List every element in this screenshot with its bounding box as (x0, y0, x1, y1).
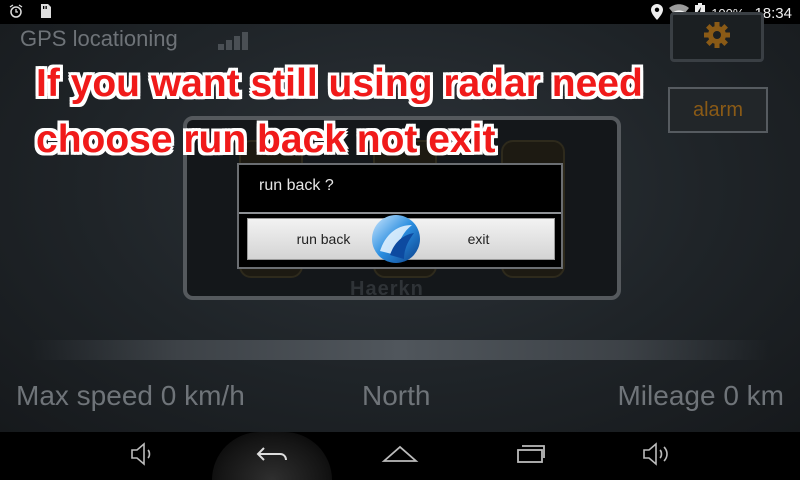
location-pin-icon (651, 3, 664, 23)
home-icon (380, 443, 420, 470)
gps-status-label: GPS locationing (20, 26, 178, 51)
caption-line-2: choose run back not exit (36, 118, 496, 161)
alarm-button[interactable]: alarm (668, 87, 768, 133)
horizontal-divider (30, 340, 770, 360)
mileage-readout: Mileage 0 km (617, 380, 784, 411)
volume-down-icon (129, 441, 155, 471)
settings-button[interactable] (670, 12, 764, 62)
direction-readout: North (362, 380, 431, 411)
back-icon (254, 442, 290, 471)
volume-up-button[interactable] (626, 438, 686, 474)
instruction-caption: If you want still using radar need choos… (36, 56, 643, 168)
app-logo-icon (368, 211, 424, 267)
gear-icon (702, 20, 732, 55)
alarm-label: alarm (692, 98, 743, 121)
recent-apps-icon (512, 442, 548, 471)
volume-down-button[interactable] (112, 438, 172, 474)
signal-bars-icon (218, 28, 254, 50)
caption-line-1: If you want still using radar need (36, 62, 643, 105)
alarm-clock-icon (8, 3, 24, 19)
exit-button[interactable]: exit (402, 218, 555, 260)
dialog-title: run back ? (259, 177, 334, 194)
volume-up-icon (641, 441, 671, 471)
max-speed-readout: Max speed 0 km/h (16, 380, 245, 411)
recent-apps-button[interactable] (500, 438, 560, 474)
home-button[interactable] (370, 438, 430, 474)
back-button[interactable] (242, 438, 302, 474)
sd-card-icon (38, 3, 54, 19)
brand-text: Haerkn (350, 278, 424, 300)
